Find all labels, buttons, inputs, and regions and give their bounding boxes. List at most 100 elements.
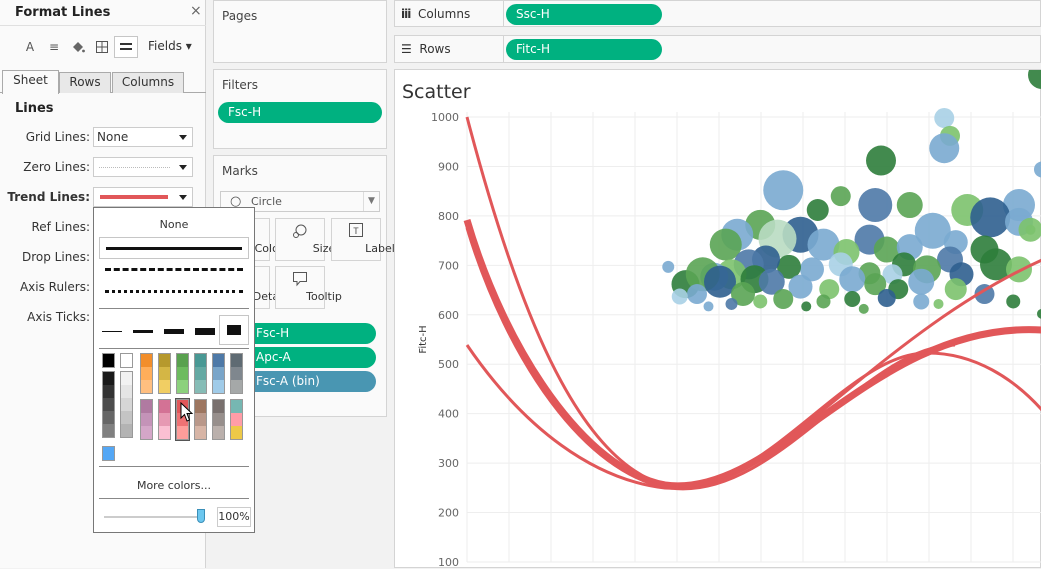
line-width-5[interactable] — [219, 315, 249, 345]
rows-shelf-label: ☰ Rows — [401, 42, 451, 56]
swatch-black[interactable] — [102, 353, 115, 368]
line-style-solid[interactable] — [99, 237, 249, 259]
filters-card: Filters Fsc-H — [213, 69, 387, 149]
data-point — [672, 289, 688, 305]
swatch-recent[interactable] — [102, 446, 115, 461]
line-style-dotted[interactable] — [99, 281, 249, 303]
grid-lines-dropdown[interactable]: None — [93, 127, 193, 147]
data-point — [934, 108, 954, 128]
size-button[interactable]: Size — [275, 218, 325, 261]
format-toolbar: A ≡ — [18, 36, 138, 58]
columns-shelf: iii Columns Ssc-H — [394, 0, 1041, 27]
swatch-white[interactable] — [120, 353, 133, 368]
dashed-line-preview — [105, 268, 243, 271]
tab-columns[interactable]: Columns — [112, 72, 184, 93]
scatter-chart[interactable]: 1002003004005006007008009001000Fitc-H — [395, 70, 1041, 569]
trend-lines-dropdown[interactable] — [93, 187, 193, 207]
tooltip-icon — [276, 271, 324, 291]
axis-ticks-label: Axis Ticks: — [27, 310, 90, 324]
opacity-value[interactable]: 100% — [217, 507, 251, 527]
data-point — [897, 192, 923, 218]
data-point — [807, 199, 829, 221]
line-width-4[interactable] — [193, 319, 217, 345]
rows-pill-fitc-h[interactable]: Fitc-H — [506, 39, 662, 60]
line-width-3[interactable] — [162, 319, 186, 345]
shading-icon[interactable] — [66, 36, 90, 58]
swatch-column-top-2[interactable] — [176, 353, 189, 394]
swatch-column-bottom-0[interactable] — [140, 399, 153, 440]
divider — [0, 25, 206, 26]
swatch-column-bottom-3[interactable] — [194, 399, 207, 440]
tooltip-button[interactable]: Tooltip — [275, 266, 325, 309]
data-point — [1006, 294, 1020, 308]
y-tick-label: 200 — [438, 507, 459, 520]
y-tick-label: 400 — [438, 408, 459, 421]
marks-title: Marks — [222, 164, 258, 178]
alignment-icon[interactable]: ≡ — [42, 36, 66, 58]
swatch-column-top-1[interactable] — [158, 353, 171, 394]
lines-icon[interactable] — [114, 36, 138, 58]
fields-dropdown[interactable]: Fields ▾ — [148, 39, 192, 53]
trend-line-preview — [100, 195, 168, 199]
columns-label-text: Columns — [418, 7, 470, 21]
close-icon[interactable]: × — [190, 3, 202, 19]
viz-title: Scatter — [402, 81, 471, 103]
format-pane-title: Format Lines — [15, 5, 110, 20]
data-point — [726, 298, 738, 310]
data-point — [1037, 309, 1041, 319]
solid-line-preview — [106, 247, 242, 250]
rows-label-text: Rows — [419, 42, 450, 56]
data-point — [839, 266, 865, 292]
data-point — [878, 289, 896, 307]
ref-lines-label: Ref Lines: — [31, 220, 90, 234]
dotted-line-preview — [105, 290, 243, 293]
data-point — [704, 301, 714, 311]
data-point — [866, 146, 896, 176]
columns-pill-ssc-h[interactable]: Ssc-H — [506, 4, 662, 25]
tab-rows[interactable]: Rows — [59, 72, 111, 93]
filters-title: Filters — [222, 78, 258, 92]
dotted-line-preview — [99, 167, 170, 168]
chevron-down-icon: ▾ — [186, 39, 192, 53]
opacity-slider-thumb[interactable] — [197, 509, 205, 523]
swatch-column-top-0[interactable] — [140, 353, 153, 394]
swatch-grays-light[interactable] — [120, 371, 133, 438]
swatch-column-top-4[interactable] — [212, 353, 225, 394]
tab-sheet[interactable]: Sheet — [2, 70, 59, 94]
mouse-cursor-icon — [180, 402, 194, 424]
swatch-grays-dark[interactable] — [102, 371, 115, 438]
svg-text:T: T — [353, 227, 359, 237]
data-point — [662, 261, 674, 273]
drop-lines-label: Drop Lines: — [22, 250, 90, 264]
data-point — [913, 293, 929, 309]
data-point — [773, 289, 793, 309]
data-point — [1006, 256, 1032, 282]
line-style-dashed[interactable] — [99, 259, 249, 281]
line-width-2[interactable] — [131, 319, 155, 345]
more-colors-button[interactable]: More colors... — [94, 479, 254, 492]
data-point — [859, 304, 869, 314]
axis-rulers-label: Axis Rulers: — [20, 280, 90, 294]
zero-lines-dropdown[interactable] — [93, 157, 193, 177]
grid-lines-label: Grid Lines: — [26, 130, 90, 144]
font-icon[interactable]: A — [18, 36, 42, 58]
line-width-1[interactable] — [100, 319, 124, 345]
divider — [99, 348, 249, 349]
none-option[interactable]: None — [94, 218, 254, 231]
swatch-column-top-5[interactable] — [230, 353, 243, 394]
label-button[interactable]: T Label — [331, 218, 381, 261]
opacity-slider-track[interactable] — [104, 516, 202, 518]
swatch-column-top-3[interactable] — [194, 353, 207, 394]
swatch-column-bottom-5[interactable] — [230, 399, 243, 440]
y-tick-label: 900 — [438, 160, 459, 173]
borders-icon[interactable] — [90, 36, 114, 58]
filter-pill-fsc-h[interactable]: Fsc-H — [218, 102, 382, 123]
data-point — [1034, 161, 1041, 177]
trend-lines-label: Trend Lines: — [7, 190, 90, 204]
rows-shelf: ☰ Rows Fitc-H — [394, 35, 1041, 63]
viz-area: 1002003004005006007008009001000Fitc-H Sc… — [394, 69, 1041, 568]
swatch-column-bottom-1[interactable] — [158, 399, 171, 440]
swatch-column-bottom-4[interactable] — [212, 399, 225, 440]
divider — [503, 1, 504, 27]
y-tick-label: 300 — [438, 457, 459, 470]
